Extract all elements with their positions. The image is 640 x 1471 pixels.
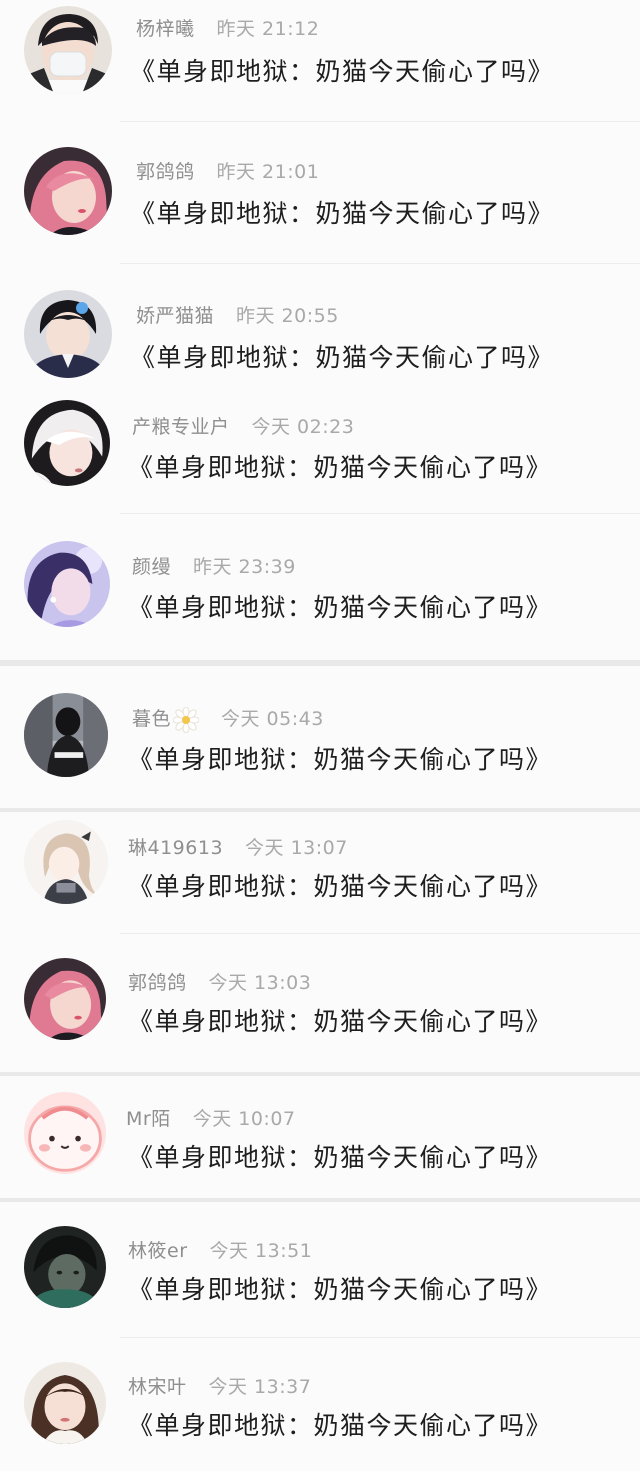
username[interactable]: 杨梓曦 <box>136 18 195 40</box>
list-item[interactable]: 娇严猫猫 昨天 20:55 《单身即地狱：奶猫今天偷心了吗》 <box>0 264 640 388</box>
uniform-boy-avatar-icon <box>24 290 112 378</box>
timestamp: 昨天 21:01 <box>216 161 320 183</box>
pink-hair-girl-avatar-icon <box>24 958 106 1040</box>
username[interactable]: 郭鸽鸽 <box>136 161 195 183</box>
list-item[interactable]: 产粮专业户 今天 02:23 《单身即地狱：奶猫今天偷心了吗》 <box>0 388 640 514</box>
masked-boy-avatar-icon <box>24 6 112 94</box>
timestamp: 今天 02:23 <box>251 416 355 438</box>
list-item[interactable]: 琳419613 今天 13:07 《单身即地狱：奶猫今天偷心了吗》 <box>0 812 640 934</box>
dark-boy-avatar-icon <box>24 1226 106 1308</box>
username[interactable]: 郭鸽鸽 <box>128 972 187 994</box>
username[interactable]: 暮色 <box>132 708 171 730</box>
list-item[interactable]: 郭鸽鸽 今天 13:03 《单身即地狱：奶猫今天偷心了吗》 <box>0 934 640 1072</box>
username[interactable]: 林筱er <box>128 1240 188 1262</box>
username[interactable]: Mr陌 <box>126 1108 171 1130</box>
message-text: 《单身即地狱：奶猫今天偷心了吗》 <box>128 1411 553 1440</box>
list-item[interactable]: 林宋叶 今天 13:37 《单身即地狱：奶猫今天偷心了吗》 <box>0 1338 640 1471</box>
message-text: 《单身即地狱：奶猫今天偷心了吗》 <box>130 199 555 228</box>
avatar[interactable] <box>24 290 112 378</box>
brown-hair-girl-avatar-icon <box>24 1362 106 1444</box>
message-text: 《单身即地狱：奶猫今天偷心了吗》 <box>130 343 555 372</box>
avatar[interactable] <box>24 6 112 94</box>
purple-girl-avatar-icon <box>24 541 110 627</box>
avatar[interactable] <box>24 820 108 904</box>
avatar[interactable] <box>24 693 108 777</box>
timestamp: 今天 13:03 <box>208 972 312 994</box>
timestamp: 今天 13:37 <box>208 1376 312 1398</box>
timestamp: 昨天 23:39 <box>193 556 296 578</box>
cute-peach-avatar-icon <box>24 1092 106 1174</box>
list-item[interactable]: 郭鸽鸽 昨天 21:01 《单身即地狱：奶猫今天偷心了吗》 <box>0 122 640 264</box>
timestamp: 昨天 21:12 <box>216 18 320 40</box>
pink-hair-girl-avatar-icon <box>24 147 112 235</box>
username[interactable]: 琳419613 <box>128 837 223 859</box>
username[interactable]: 产粮专业户 <box>132 416 230 438</box>
avatar[interactable] <box>24 400 110 486</box>
daisy-icon <box>173 706 200 733</box>
anime-girl-avatar-icon <box>24 820 108 904</box>
username[interactable]: 娇严猫猫 <box>136 305 214 327</box>
timestamp: 今天 13:07 <box>245 837 348 859</box>
message-text: 《单身即地狱：奶猫今天偷心了吗》 <box>128 872 553 901</box>
timestamp: 昨天 20:55 <box>236 305 339 327</box>
avatar[interactable] <box>24 1092 106 1174</box>
timestamp: 今天 10:07 <box>192 1108 296 1130</box>
list-item[interactable]: 杨梓曦 昨天 21:12 《单身即地狱：奶猫今天偷心了吗》 <box>0 0 640 122</box>
message-text: 《单身即地狱：奶猫今天偷心了吗》 <box>130 57 555 86</box>
message-text: 《单身即地狱：奶猫今天偷心了吗》 <box>128 1275 553 1304</box>
username[interactable]: 林宋叶 <box>128 1376 187 1398</box>
message-text: 《单身即地狱：奶猫今天偷心了吗》 <box>128 745 553 774</box>
timestamp: 今天 05:43 <box>221 708 324 730</box>
avatar[interactable] <box>24 958 106 1040</box>
list-item[interactable]: 颜缦 昨天 23:39 《单身即地狱：奶猫今天偷心了吗》 <box>0 514 640 660</box>
avatar[interactable] <box>24 147 112 235</box>
avatar[interactable] <box>24 1362 106 1444</box>
comment-feed: 杨梓曦 昨天 21:12 《单身即地狱：奶猫今天偷心了吗》 郭鸽鸽 昨天 21:01… <box>0 0 640 1471</box>
timestamp: 今天 13:51 <box>209 1240 313 1262</box>
avatar[interactable] <box>24 541 110 627</box>
list-item[interactable]: Mr陌 今天 10:07 《单身即地狱：奶猫今天偷心了吗》 <box>0 1076 640 1198</box>
list-item[interactable]: 暮色 今天 05:43 《单身即地狱：奶猫今天偷心了吗》 <box>0 666 640 808</box>
window-silhouette-avatar-icon <box>24 693 108 777</box>
message-text: 《单身即地狱：奶猫今天偷心了吗》 <box>128 593 553 622</box>
avatar[interactable] <box>24 1226 106 1308</box>
white-hair-boy-avatar-icon <box>24 400 110 486</box>
username[interactable]: 颜缦 <box>132 556 171 578</box>
message-text: 《单身即地狱：奶猫今天偷心了吗》 <box>128 453 553 482</box>
message-text: 《单身即地狱：奶猫今天偷心了吗》 <box>128 1143 553 1172</box>
list-item[interactable]: 林筱er 今天 13:51 《单身即地狱：奶猫今天偷心了吗》 <box>0 1202 640 1338</box>
message-text: 《单身即地狱：奶猫今天偷心了吗》 <box>128 1007 553 1036</box>
